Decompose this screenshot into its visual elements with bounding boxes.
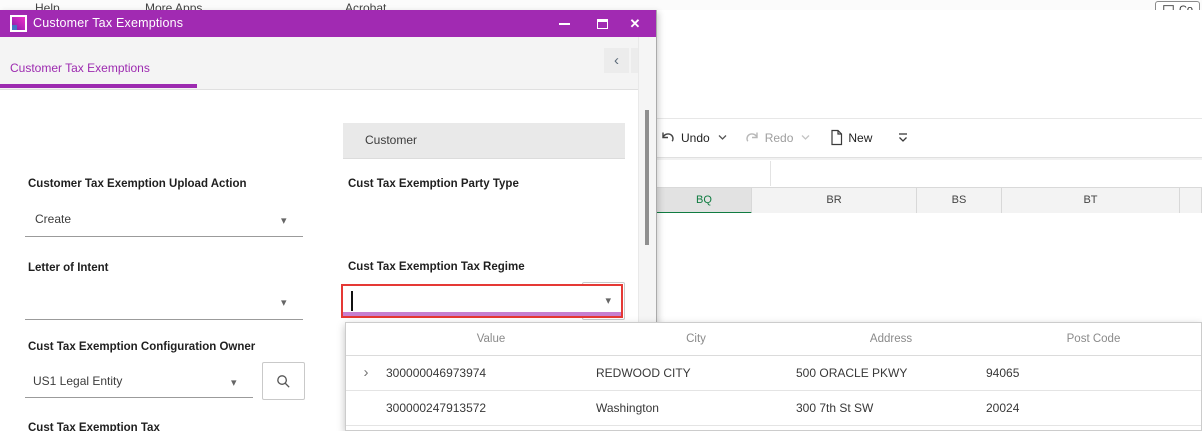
- lookup-header-expander: [346, 323, 386, 356]
- tab-active-underline: [0, 84, 197, 88]
- tax-regime-label: Cust Tax Exemption Tax Regime: [348, 261, 525, 273]
- lookup-row-2-postcode[interactable]: 20024: [986, 391, 1201, 426]
- redo-chevron-icon: [801, 134, 810, 141]
- name-box-separator: [770, 161, 771, 186]
- lookup-header-address: Address: [796, 323, 986, 356]
- tab-customer-tax-exemptions[interactable]: Customer Tax Exemptions: [10, 61, 150, 75]
- quick-access-toolbar: Undo Redo New: [659, 118, 910, 157]
- upload-action-value: Create: [35, 212, 72, 226]
- lookup-row-1-postcode[interactable]: 94065: [986, 356, 1201, 391]
- maximize-button[interactable]: [589, 10, 615, 37]
- ribbon-menu-strip: Help More Apps Acrobat Co: [0, 0, 1202, 10]
- close-button[interactable]: ✕: [622, 10, 648, 37]
- lookup-row-1-city[interactable]: REDWOOD CITY: [596, 356, 796, 391]
- party-type-value: Customer: [365, 133, 418, 147]
- dialog-tabstrip: Customer Tax Exemptions ‹ ›: [0, 37, 656, 90]
- row-expander-icon[interactable]: [346, 391, 386, 426]
- undo-icon: [659, 129, 677, 147]
- column-header-spacer: [1180, 188, 1202, 214]
- field-underline: [25, 319, 303, 320]
- field-underline: [25, 236, 303, 237]
- minimize-icon: [558, 22, 570, 25]
- config-owner-value: US1 Legal Entity: [33, 374, 123, 388]
- close-icon: ✕: [629, 15, 641, 31]
- chevron-left-icon: ‹: [614, 52, 619, 69]
- caret-down-icon: ▾: [231, 377, 237, 389]
- caret-down-icon: ▾: [605, 295, 611, 307]
- redo-button[interactable]: Redo: [743, 129, 811, 147]
- column-header-bt[interactable]: BT: [1002, 188, 1180, 214]
- new-label: New: [848, 130, 873, 145]
- menu-item-acrobat[interactable]: Acrobat: [345, 1, 386, 10]
- redo-icon: [743, 129, 761, 147]
- lookup-row-1-address[interactable]: 500 ORACLE PKWY: [796, 356, 986, 391]
- lookup-row-2-address[interactable]: 300 7th St SW: [796, 391, 986, 426]
- letter-of-intent-label: Letter of Intent: [28, 262, 109, 274]
- new-document-icon: [828, 129, 844, 146]
- party-type-readonly-field: Customer: [343, 123, 625, 159]
- lookup-row-1-value[interactable]: 300000046973974: [386, 356, 596, 391]
- lookup-row-2-city[interactable]: Washington: [596, 391, 796, 426]
- comments-button[interactable]: Co: [1154, 1, 1200, 10]
- config-owner-id-combobox[interactable]: ▾: [341, 284, 623, 318]
- tax-label: Cust Tax Exemption Tax: [28, 422, 160, 431]
- menu-item-help[interactable]: Help: [35, 1, 60, 10]
- undo-label: Undo: [681, 130, 710, 145]
- config-owner-label: Cust Tax Exemption Configuration Owner: [28, 341, 256, 353]
- focus-underline: [343, 312, 621, 316]
- lookup-row-2-value[interactable]: 300000247913572: [386, 391, 596, 426]
- field-underline: [25, 397, 253, 398]
- dialog-scrollbar-thumb[interactable]: [645, 110, 649, 245]
- nav-prev-button[interactable]: ‹: [604, 48, 629, 73]
- lookup-header-value: Value: [386, 323, 596, 356]
- qat-overflow-icon[interactable]: [896, 131, 910, 144]
- caret-down-icon: ▾: [281, 297, 287, 309]
- search-icon: [275, 373, 292, 390]
- maximize-icon: [596, 18, 608, 29]
- excel-column-headers: BQ BR BS BT: [657, 187, 1202, 214]
- toolbar-divider-band: [657, 157, 1202, 160]
- row-expander-icon[interactable]: ›: [346, 356, 386, 391]
- upload-action-label: Customer Tax Exemption Upload Action: [28, 178, 247, 190]
- redo-label: Redo: [764, 130, 794, 145]
- dialog-title: Customer Tax Exemptions: [33, 16, 184, 30]
- text-cursor: [351, 291, 353, 311]
- undo-chevron-icon[interactable]: [718, 134, 727, 141]
- lookup-header-postcode: Post Code: [986, 323, 1201, 356]
- lookup-header-city: City: [596, 323, 796, 356]
- new-button[interactable]: New: [828, 129, 872, 146]
- column-header-br[interactable]: BR: [752, 188, 917, 214]
- config-owner-search-button[interactable]: [262, 362, 305, 400]
- column-header-bs[interactable]: BS: [917, 188, 1002, 214]
- minimize-button[interactable]: [551, 10, 577, 37]
- app-logo-icon: [10, 15, 27, 32]
- config-owner-id-lookup-dropdown: Value City Address Post Code › 300000046…: [345, 322, 1202, 431]
- menu-item-moreapps[interactable]: More Apps: [145, 1, 202, 10]
- party-type-label: Cust Tax Exemption Party Type: [348, 178, 519, 190]
- column-header-bq[interactable]: BQ: [657, 188, 752, 214]
- dialog-titlebar[interactable]: Customer Tax Exemptions ✕: [0, 10, 656, 37]
- undo-button[interactable]: Undo: [659, 129, 727, 147]
- caret-down-icon: ▾: [281, 215, 287, 227]
